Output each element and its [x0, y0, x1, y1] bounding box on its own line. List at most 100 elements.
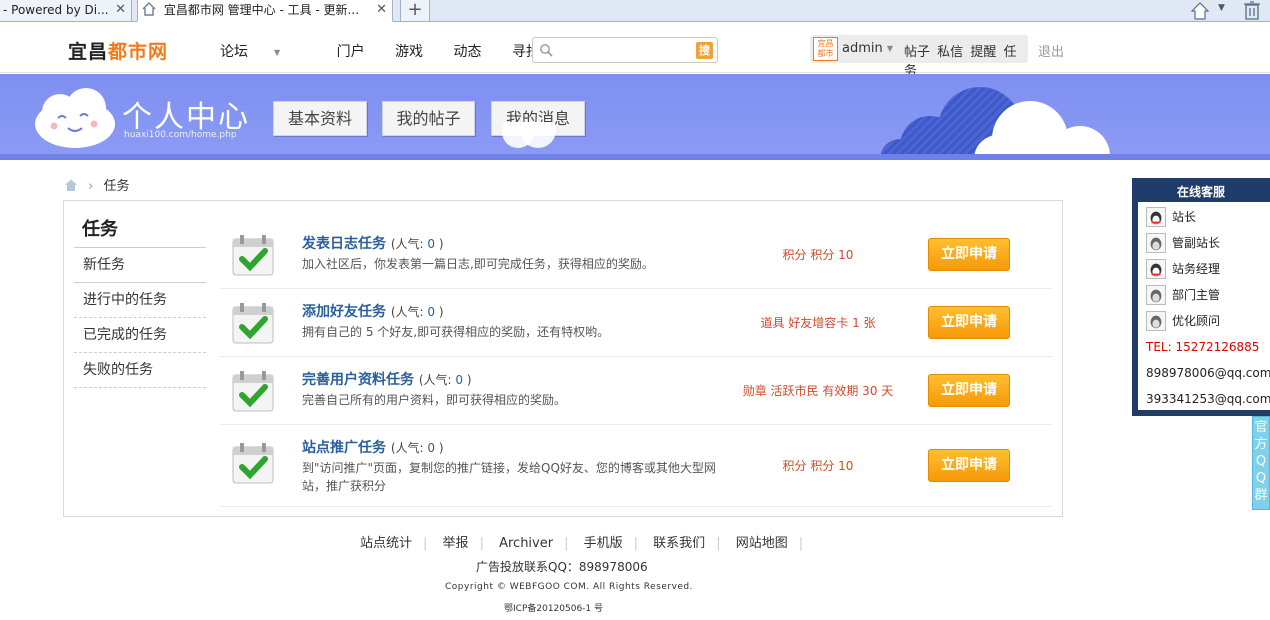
logout-link[interactable]: 退出	[1038, 41, 1064, 60]
task-title[interactable]: 发表日志任务 (人气: 0 )	[302, 233, 444, 253]
footer-link-sitemap[interactable]: 网站地图	[736, 536, 788, 551]
search-button[interactable]: 搜	[696, 42, 713, 59]
qq-group-char: Q	[1255, 471, 1267, 486]
divider: |	[423, 536, 428, 551]
tab-title: - Powered by Di...	[3, 3, 109, 17]
home-icon[interactable]	[64, 179, 78, 191]
nav-games[interactable]: 游戏	[395, 44, 423, 60]
service-list: 站长 管副站长 站务经理 部门主管 优化顾问 TEL: 15272126885 …	[1138, 202, 1270, 410]
service-contact[interactable]: 管副站长	[1138, 230, 1270, 256]
user-link-messages[interactable]: 私信	[937, 45, 963, 60]
popularity-value: 0	[427, 237, 436, 251]
footer-link-archiver[interactable]: Archiver	[499, 536, 553, 551]
cloud-mascot-icon	[35, 88, 115, 148]
browser-tab-2[interactable]: 宜昌都市网 管理中心 - 工具 - 更新... ✕	[137, 0, 393, 22]
task-popularity: (人气: 0 )	[391, 305, 444, 319]
task-description: 加入社区后，你发表第一篇日志,即可完成任务，获得相应的奖励。	[302, 257, 654, 271]
task-title[interactable]: 添加好友任务 (人气: 0 )	[302, 301, 444, 321]
site-logo[interactable]: 宜昌都市网	[68, 37, 168, 64]
service-email[interactable]: 898978006@qq.com	[1138, 360, 1270, 386]
browser-tab-1[interactable]: - Powered by Di... ✕	[0, 0, 132, 22]
task-reward: 道具 好友增容卡 1 张	[760, 316, 876, 330]
task-name: 站点推广任务	[302, 440, 386, 456]
task-name: 完善用户资料任务	[302, 372, 414, 388]
popularity-end: )	[463, 373, 472, 387]
footer-link-report[interactable]: 举报	[443, 536, 469, 551]
chevron-down-icon: ▼	[274, 48, 281, 57]
footer-link-stats[interactable]: 站点统计	[360, 536, 412, 551]
qq-group-char: Q	[1255, 454, 1267, 469]
new-tab-button[interactable]: +	[400, 0, 430, 22]
apply-button[interactable]: 立即申请	[928, 449, 1010, 482]
trash-icon[interactable]	[1242, 0, 1262, 20]
task-title[interactable]: 完善用户资料任务 (人气: 0 )	[302, 369, 472, 389]
task-row: 发表日志任务 (人气: 0 ) 加入社区后，你发表第一篇日志,即可完成任务，获得…	[220, 221, 1052, 289]
sidebar-item-completed[interactable]: 已完成的任务	[74, 318, 206, 353]
nav-activity[interactable]: 动态	[454, 44, 482, 60]
qq-penguin-icon	[1146, 207, 1166, 227]
qq-group-char: 官	[1254, 420, 1268, 435]
qq-group-char: 群	[1254, 488, 1268, 503]
task-row: 添加好友任务 (人气: 0 ) 拥有自己的 5 个好友,即可获得相应的奖励，还有…	[220, 289, 1052, 357]
site-header: 宜昌都市网 论坛▼ 门户 游戏 动态 寻找缘份 搜 宜昌都市 admin ▼ 帖…	[0, 23, 1270, 79]
qq-group-char: 方	[1254, 437, 1268, 452]
profile-banner: 个人中心 huaxi100.com/home.php 基本资料 我的帖子 我的消…	[0, 74, 1270, 160]
sidebar-item-failed[interactable]: 失败的任务	[74, 353, 206, 388]
popularity-value: 0	[455, 373, 464, 387]
apply-button[interactable]: 立即申请	[928, 374, 1010, 407]
service-email[interactable]: 393341253@qq.com	[1138, 386, 1270, 412]
logo-accent-text: 都市网	[108, 41, 169, 63]
task-reward: 勋章 活跃市民 有效期 30 天	[742, 384, 894, 398]
divider: |	[564, 536, 569, 551]
tab-basic-info[interactable]: 基本资料	[273, 101, 367, 136]
qq-penguin-icon	[1146, 285, 1166, 305]
user-avatar[interactable]: 宜昌都市	[813, 37, 838, 61]
breadcrumb-current: 任务	[103, 179, 130, 194]
sidebar-item-in-progress[interactable]: 进行中的任务	[74, 283, 206, 318]
home-icon[interactable]	[1190, 1, 1210, 21]
footer-link-mobile[interactable]: 手机版	[584, 536, 623, 551]
task-reward: 积分 积分 10	[782, 248, 854, 262]
popularity-label: (人气:	[390, 305, 428, 319]
close-icon[interactable]: ✕	[115, 0, 126, 20]
divider: |	[716, 536, 721, 551]
close-icon[interactable]: ✕	[376, 0, 387, 20]
user-link-posts[interactable]: 帖子	[904, 45, 930, 60]
calendar-check-icon	[232, 371, 274, 412]
task-name: 添加好友任务	[302, 304, 386, 320]
task-description: 完善自己所有的用户资料，即可获得相应的奖励。	[302, 393, 567, 407]
popularity-value: 0	[427, 441, 436, 455]
chevron-down-icon[interactable]: ▼	[1218, 3, 1225, 13]
sidebar-item-new-tasks[interactable]: 新任务	[74, 248, 206, 283]
banner-subtitle: huaxi100.com/home.php	[124, 130, 237, 140]
cloud-decoration-icon	[880, 87, 1110, 160]
task-popularity: (人气: 0 )	[391, 237, 444, 251]
username[interactable]: admin ▼	[842, 41, 893, 56]
search-input[interactable]	[557, 41, 697, 59]
task-row: 站点推广任务 (人气: 0 ) 到"访问推广"页面，复制您的推广链接，发给QQ好…	[220, 425, 1052, 507]
calendar-check-icon	[232, 303, 274, 344]
nav-portal[interactable]: 门户	[337, 44, 365, 60]
service-contact[interactable]: 站务经理	[1138, 256, 1270, 282]
service-name: 站务经理	[1172, 262, 1221, 276]
popularity-label: (人气:	[418, 373, 456, 387]
service-contact[interactable]: 部门主管	[1138, 282, 1270, 308]
user-link-notices[interactable]: 提醒	[970, 45, 996, 60]
tab-my-posts[interactable]: 我的帖子	[382, 101, 475, 136]
service-name: 管副站长	[1172, 236, 1221, 250]
apply-button[interactable]: 立即申请	[928, 238, 1010, 271]
footer-icp[interactable]: 鄂ICP备20120506-1 号	[504, 601, 603, 614]
task-description: 到"访问推广"页面，复制您的推广链接，发给QQ好友、您的博客或其他大型网站，推广…	[302, 461, 716, 493]
qq-group-tab[interactable]: 官 方 Q Q 群	[1252, 416, 1270, 510]
apply-button[interactable]: 立即申请	[928, 306, 1010, 339]
service-contact[interactable]: 优化顾问	[1138, 308, 1270, 334]
task-title[interactable]: 站点推广任务 (人气: 0 )	[302, 437, 444, 457]
online-service-panel: 在线客服 站长 管副站长 站务经理 部门主管 优化顾问 TEL: 1527212…	[1132, 178, 1270, 416]
task-reward: 积分 积分 10	[782, 459, 854, 473]
nav-forum[interactable]: 论坛 ▼	[220, 44, 306, 60]
service-contact[interactable]: 站长	[1138, 204, 1270, 230]
popularity-end: )	[435, 305, 444, 319]
qq-penguin-icon	[1146, 311, 1166, 331]
browser-tab-bar: - Powered by Di... ✕ 宜昌都市网 管理中心 - 工具 - 更…	[0, 0, 1270, 22]
footer-link-contact[interactable]: 联系我们	[653, 536, 705, 551]
